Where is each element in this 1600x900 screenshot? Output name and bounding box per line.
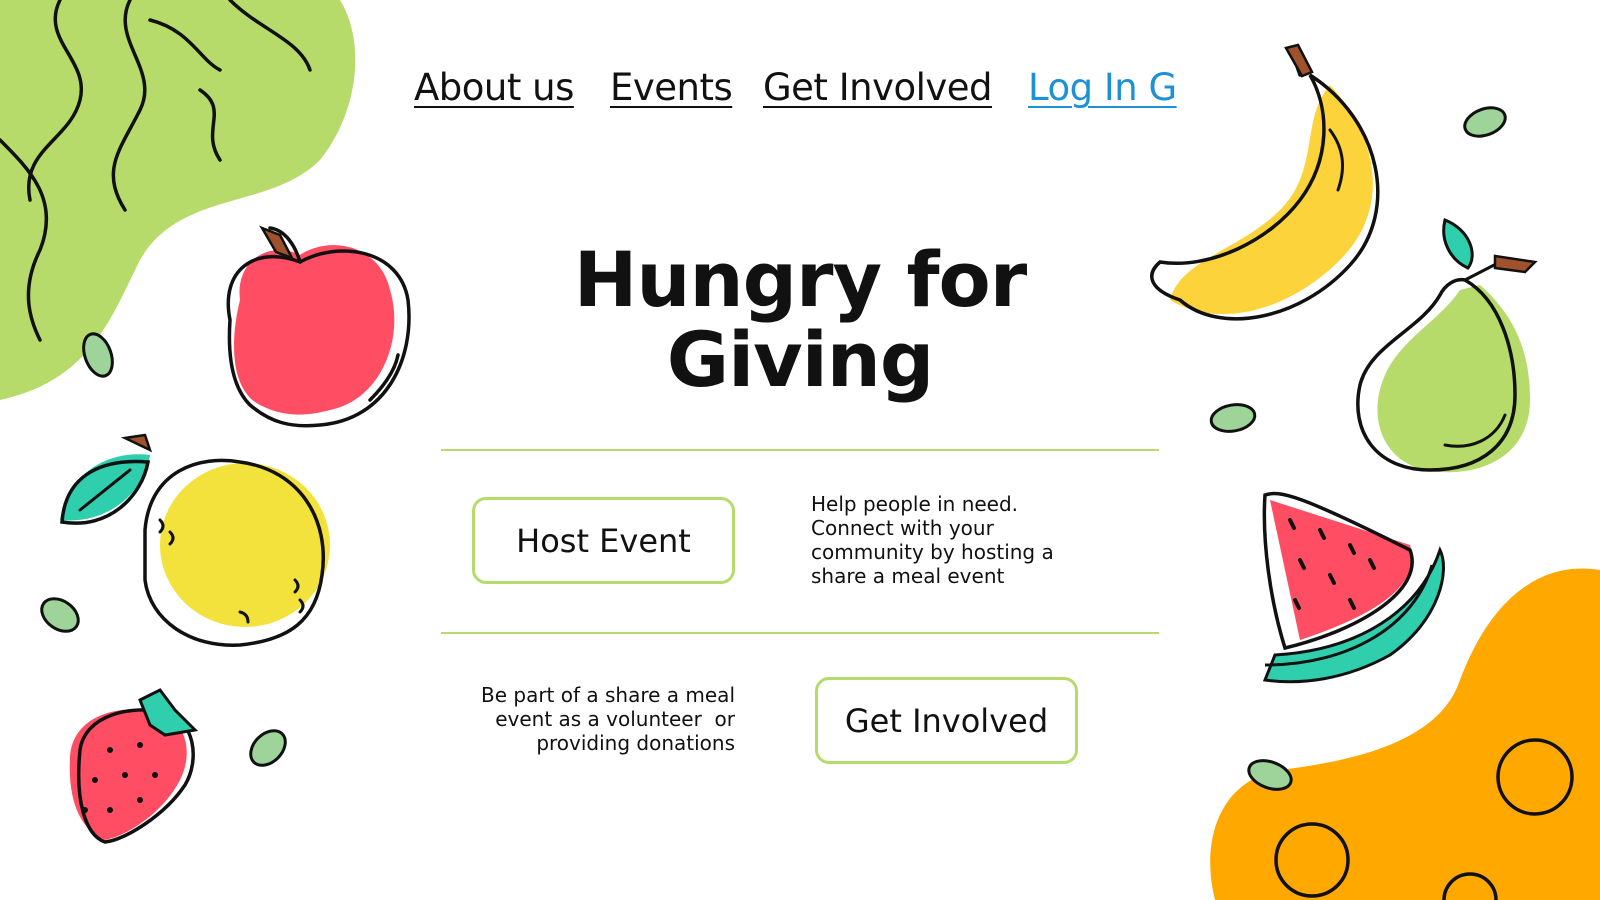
watermelon-illustration: [1262, 491, 1445, 684]
page-title: Hungry for Giving: [500, 240, 1100, 400]
get-involved-button[interactable]: Get Involved: [815, 677, 1078, 764]
host-description-line: share a meal event: [811, 564, 1005, 588]
host-description-line: community by hosting a: [811, 540, 1054, 564]
host-event-button[interactable]: Host Event: [472, 497, 735, 584]
nav-link-get-involved[interactable]: Get Involved: [763, 66, 993, 109]
lemon-illustration: [60, 433, 330, 647]
apple-illustration: [226, 225, 411, 428]
banana-illustration: [1150, 43, 1380, 321]
host-event-description: Help people in need. Connect with your c…: [811, 492, 1111, 588]
page-title-line-1: Hungry for: [573, 235, 1027, 324]
involve-description-line: Be part of a share a meal: [480, 683, 735, 707]
section-divider-bottom: [441, 632, 1159, 634]
host-description-line: Help people in need.: [811, 492, 1019, 516]
section-divider-top: [441, 449, 1159, 451]
nav-link-events[interactable]: Events: [610, 66, 733, 109]
involve-description-line: providing donations: [536, 731, 735, 755]
get-involved-description: Be part of a share a meal event as a vol…: [430, 683, 735, 755]
nav-link-log-in[interactable]: Log In G: [1028, 66, 1177, 109]
nav-link-about-us[interactable]: About us: [414, 66, 574, 109]
pear-illustration: [1356, 217, 1538, 473]
page-title-line-2: Giving: [666, 315, 935, 404]
involve-description-line: event as a volunteer or: [495, 707, 735, 731]
strawberry-illustration: [69, 688, 199, 844]
host-description-line: Connect with your: [811, 516, 994, 540]
